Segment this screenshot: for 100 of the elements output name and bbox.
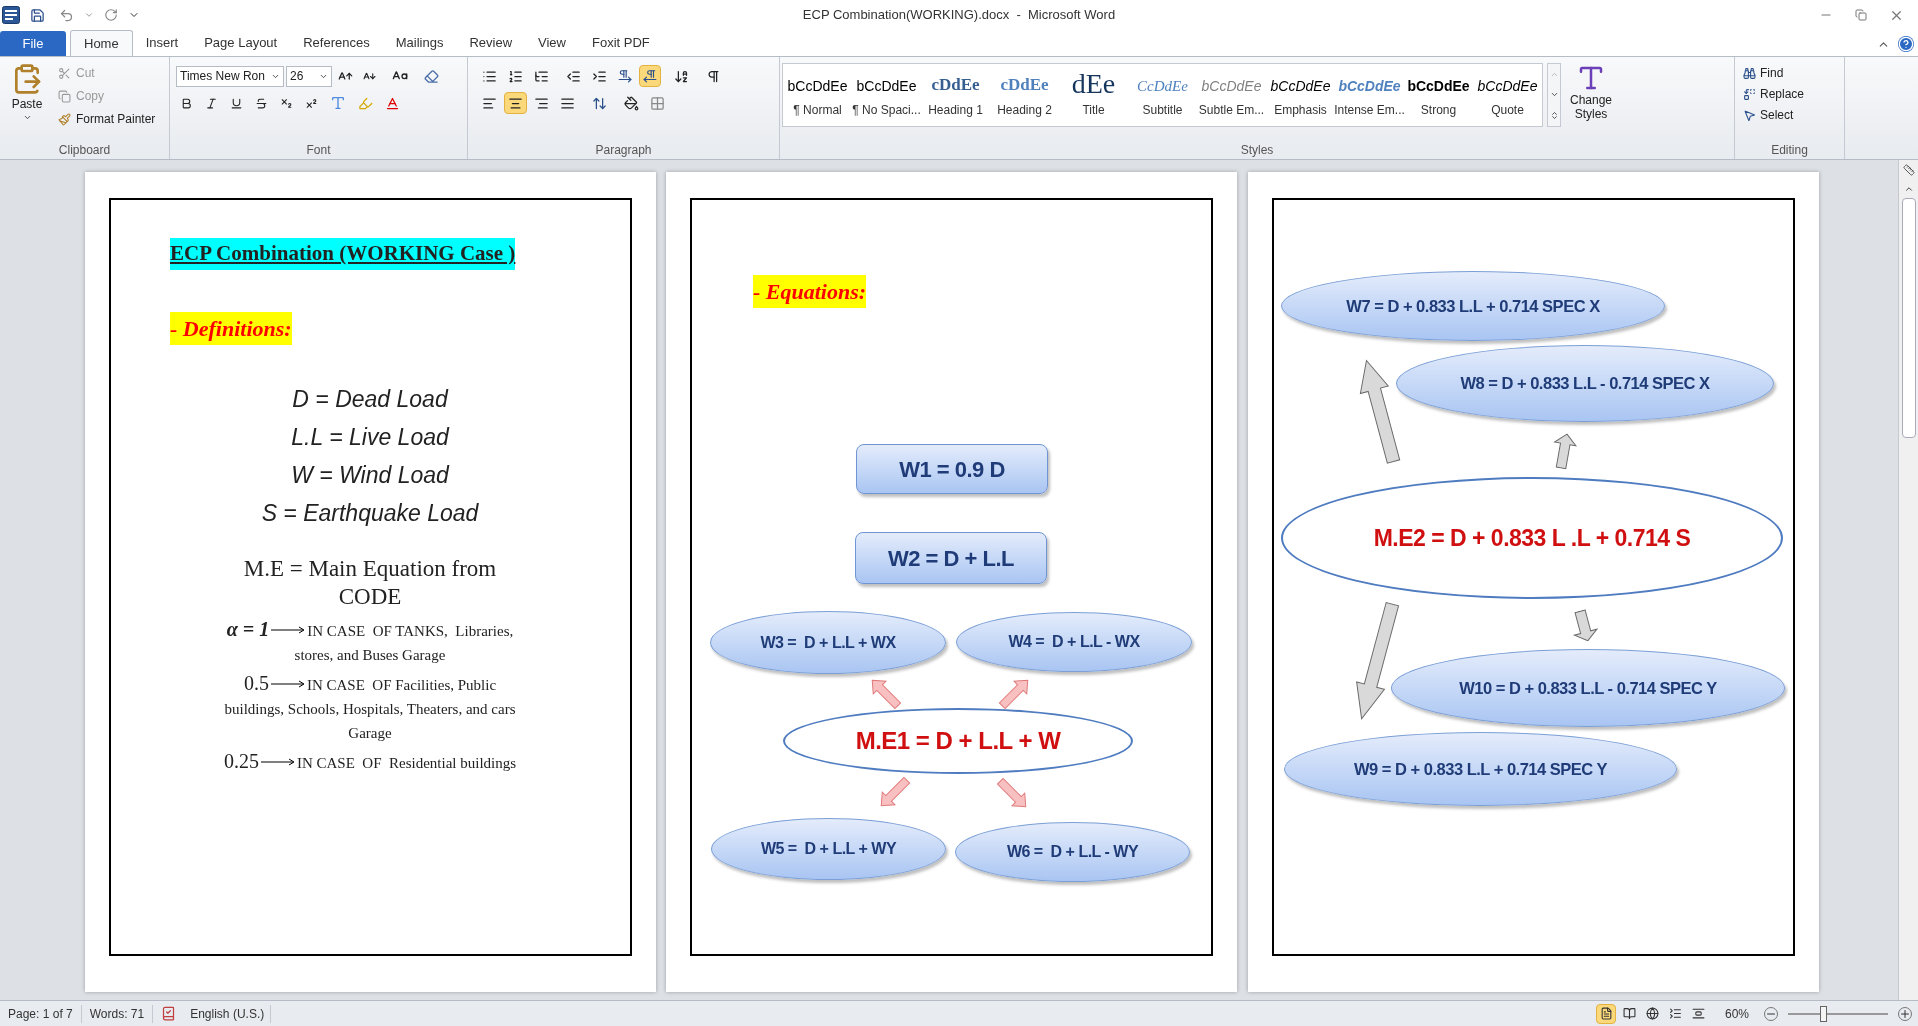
equation-ellipse: W6 = D + L.L - WY bbox=[955, 822, 1190, 882]
ribbon-tab[interactable]: Page Layout bbox=[191, 30, 291, 56]
subscript-icon bbox=[280, 96, 293, 110]
long-arrow-icon bbox=[270, 679, 305, 688]
case-description: stores, and Buses Garage bbox=[294, 645, 446, 665]
equation-box: W2 = D + L.L bbox=[855, 532, 1047, 584]
equation-ellipse: M.E1 = D + L.L + W bbox=[783, 708, 1133, 774]
clear-formatting-icon bbox=[424, 68, 439, 84]
editing-button[interactable]: Replace bbox=[1743, 84, 1844, 104]
definition-line: W = Wind Load bbox=[291, 460, 449, 490]
style-gallery-item[interactable]: dEe Title bbox=[1059, 64, 1128, 126]
ribbon-tab[interactable]: Foxit PDF bbox=[578, 30, 663, 56]
bullets-icon bbox=[482, 68, 497, 84]
numbering-icon bbox=[508, 68, 523, 84]
align-icon bbox=[508, 95, 523, 111]
editing-button[interactable]: Find bbox=[1743, 63, 1844, 83]
factor-value: 0.5 bbox=[243, 670, 269, 695]
restore-icon[interactable] bbox=[1855, 9, 1867, 21]
view-icon bbox=[1645, 1007, 1659, 1020]
equation-ellipse: W10 = D + 0.833 L.L - 0.714 SPEC Y bbox=[1391, 649, 1785, 727]
decrease-indent-icon bbox=[566, 68, 581, 84]
ribbon-tab[interactable]: Mailings bbox=[382, 30, 457, 56]
style-gallery-item[interactable]: bCcDdEe Strong bbox=[1404, 64, 1473, 126]
paintbrush-icon bbox=[58, 112, 71, 126]
paste-button[interactable]: Paste bbox=[6, 63, 48, 141]
strikethrough-icon bbox=[255, 96, 268, 110]
font-name-field[interactable]: Times New Ron bbox=[176, 65, 284, 87]
multilevel-list-icon bbox=[534, 68, 549, 84]
change-styles-button[interactable]: Change Styles bbox=[1565, 63, 1617, 121]
show-formatting-icon bbox=[706, 68, 721, 84]
ribbon-tab[interactable]: Insert bbox=[132, 30, 192, 56]
view-icon bbox=[1599, 1007, 1613, 1020]
section-heading: - Equations: bbox=[753, 275, 867, 308]
italic-icon bbox=[205, 96, 218, 110]
font-size-field[interactable]: 26 bbox=[286, 65, 332, 87]
font-color-icon bbox=[385, 95, 400, 111]
group-label: Styles bbox=[1240, 142, 1274, 159]
scroll-up-icon bbox=[1903, 184, 1914, 194]
zoom-slider-thumb[interactable] bbox=[1820, 1005, 1827, 1022]
group-label: Paragraph bbox=[595, 142, 652, 159]
borders-icon bbox=[650, 95, 665, 111]
style-gallery-item[interactable]: cDdEe Heading 2 bbox=[990, 64, 1059, 126]
superscript-icon bbox=[305, 96, 318, 110]
language-label[interactable]: English (U.S.) bbox=[184, 1004, 272, 1023]
vertical-scrollbar[interactable] bbox=[1898, 160, 1918, 1000]
align-icon bbox=[534, 95, 549, 111]
style-gallery-item[interactable]: cDdEe Heading 1 bbox=[921, 64, 990, 126]
editing-button[interactable]: Select bbox=[1743, 105, 1844, 125]
ribbon-tab[interactable]: View bbox=[525, 30, 579, 56]
format-painter-button[interactable]: Format Painter bbox=[58, 109, 156, 129]
equation-ellipse: W8 = D + 0.833 L.L - 0.714 SPEC X bbox=[1396, 345, 1774, 422]
style-gallery-item[interactable]: CcDdEe Subtitle bbox=[1128, 64, 1197, 126]
equation-ellipse: W9 = D + 0.833 L.L + 0.714 SPEC Y bbox=[1284, 732, 1677, 806]
window-title: ECP Combination(WORKING).docx - Microsoft Word bbox=[802, 6, 1116, 25]
style-gallery-item[interactable]: bCcDdEe Emphasis bbox=[1266, 64, 1335, 126]
zoom-level[interactable]: 60% bbox=[1725, 1004, 1761, 1023]
align-icon bbox=[482, 95, 497, 111]
highlighter-icon bbox=[358, 95, 373, 111]
case-description: IN CASE OF Facilities, Public bbox=[306, 675, 497, 695]
style-gallery-item[interactable]: bCcDdEe Subtle Em... bbox=[1197, 64, 1266, 126]
text-effects-icon bbox=[330, 95, 346, 111]
align-button[interactable] bbox=[504, 92, 527, 114]
redo-icon bbox=[104, 8, 118, 22]
copy-icon bbox=[58, 89, 71, 103]
definition-line: L.L = Live Load bbox=[291, 422, 449, 452]
style-gallery-item[interactable]: bCcDdEe Quote bbox=[1473, 64, 1542, 126]
long-arrow-icon bbox=[271, 625, 306, 634]
page-count[interactable]: Page: 1 of 7 bbox=[0, 1004, 82, 1023]
increase-indent-icon bbox=[592, 68, 607, 84]
text-direction-icon bbox=[643, 69, 657, 83]
case-description: IN CASE OF TANKS, Libraries, bbox=[307, 621, 514, 641]
file-tab[interactable]: File bbox=[0, 31, 66, 56]
ruler-icon[interactable] bbox=[1902, 164, 1915, 176]
case-description: Garage bbox=[348, 723, 392, 743]
ribbon-tab[interactable]: Review bbox=[456, 30, 525, 56]
equation-ellipse: W7 = D + 0.833 L.L + 0.714 SPEC X bbox=[1281, 271, 1665, 341]
style-gallery-item[interactable]: bCcDdEe Intense Em... bbox=[1335, 64, 1404, 126]
underline-icon bbox=[230, 96, 243, 110]
zoom-slider-track[interactable] bbox=[1785, 1004, 1891, 1023]
replace-icon bbox=[1743, 87, 1756, 101]
view-icon bbox=[1668, 1007, 1682, 1020]
document-title: ECP Combination (WORKING Case ) bbox=[170, 238, 516, 270]
proofing-icon[interactable] bbox=[161, 1006, 177, 1021]
section-heading: - Definitions: bbox=[170, 311, 292, 345]
factor-value: α = 1 bbox=[226, 616, 270, 641]
text-direction-icon bbox=[618, 69, 632, 83]
help-icon[interactable] bbox=[1898, 36, 1914, 52]
view-button[interactable] bbox=[1596, 1003, 1616, 1024]
style-gallery-item[interactable]: bCcDdEe ¶ No Spaci... bbox=[852, 64, 921, 126]
word-count[interactable]: Words: 71 bbox=[81, 1004, 154, 1023]
definition-line: D = Dead Load bbox=[292, 384, 448, 414]
ribbon-tab[interactable]: References bbox=[290, 30, 383, 56]
ribbon-tab[interactable]: Home bbox=[70, 30, 133, 56]
equation-box: W1 = 0.9 D bbox=[856, 444, 1048, 494]
factor-value: 0.25 bbox=[223, 748, 259, 773]
style-gallery-item[interactable]: bCcDdEe ¶ Normal bbox=[783, 64, 852, 126]
text-direction-button[interactable] bbox=[639, 65, 661, 87]
scroll-thumb[interactable] bbox=[1901, 198, 1916, 438]
view-icon bbox=[1622, 1007, 1636, 1020]
equation-ellipse: M.E2 = D + 0.833 L .L + 0.714 S bbox=[1281, 477, 1783, 599]
